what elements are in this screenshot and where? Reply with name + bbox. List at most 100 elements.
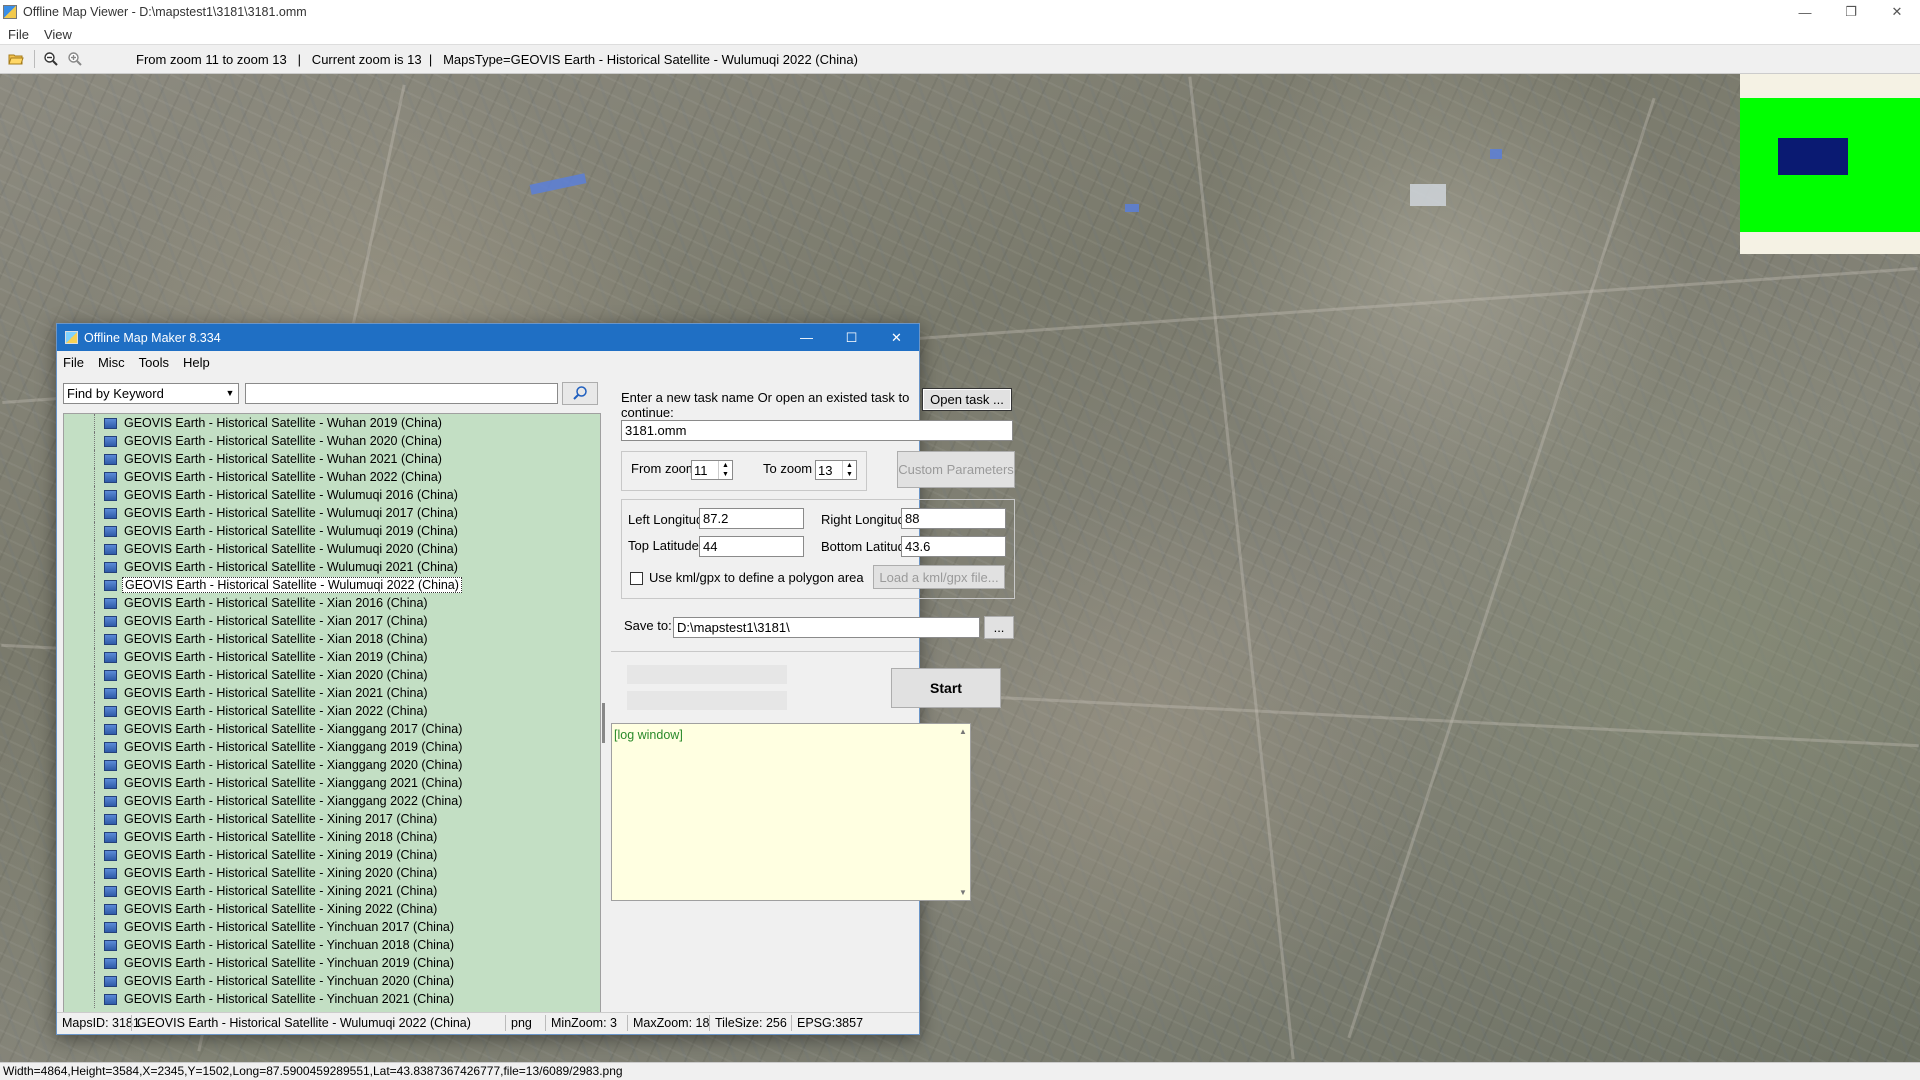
status-divider [791, 1015, 792, 1031]
list-item[interactable]: GEOVIS Earth - Historical Satellite - Xi… [64, 702, 600, 720]
browse-button[interactable]: ... [984, 616, 1014, 639]
left-longitude-field[interactable]: 87.2 [699, 508, 804, 529]
list-item[interactable]: GEOVIS Earth - Historical Satellite - Yi… [64, 990, 600, 1008]
list-item-label: GEOVIS Earth - Historical Satellite - Xi… [124, 686, 428, 700]
menu-view[interactable]: View [44, 27, 72, 42]
start-button[interactable]: Start [891, 668, 1001, 708]
right-longitude-field[interactable]: 88 [901, 508, 1006, 529]
list-item[interactable]: GEOVIS Earth - Historical Satellite - Xi… [64, 666, 600, 684]
task-name-field[interactable]: 3181.omm [621, 420, 1013, 441]
dialog-maximize-icon[interactable]: ☐ [829, 324, 874, 351]
restore-icon[interactable]: ❐ [1828, 0, 1874, 24]
list-item[interactable]: GEOVIS Earth - Historical Satellite - Wu… [64, 486, 600, 504]
spin-arrows-icon[interactable]: ▲ ▼ [842, 461, 856, 479]
scroll-up-icon[interactable]: ▲ [959, 727, 967, 736]
list-item[interactable]: GEOVIS Earth - Historical Satellite - Yi… [64, 954, 600, 972]
map-layer-icon [104, 615, 117, 627]
dialog-close-icon[interactable]: ✕ [874, 324, 919, 351]
dialog-menu-tools[interactable]: Tools [139, 355, 169, 370]
status-max-zoom: MaxZoom: 18 [633, 1016, 710, 1030]
bottom-latitude-label: Bottom Latitude [821, 539, 913, 554]
search-row: Find by Keyword ▼ [63, 381, 603, 405]
list-item[interactable]: GEOVIS Earth - Historical Satellite - Wu… [64, 558, 600, 576]
list-item[interactable]: GEOVIS Earth - Historical Satellite - Xi… [64, 648, 600, 666]
app-icon [3, 5, 17, 19]
list-item[interactable]: GEOVIS Earth - Historical Satellite - Wu… [64, 540, 600, 558]
list-item[interactable]: GEOVIS Earth - Historical Satellite - Xi… [64, 810, 600, 828]
list-item[interactable]: GEOVIS Earth - Historical Satellite - Wu… [64, 450, 600, 468]
map-road [1188, 76, 1295, 1060]
list-item[interactable]: GEOVIS Earth - Historical Satellite - Xi… [64, 594, 600, 612]
list-item[interactable]: GEOVIS Earth - Historical Satellite - Xi… [64, 828, 600, 846]
polygon-checkbox-label: Use kml/gpx to define a polygon area [649, 570, 864, 585]
minimap-viewport[interactable] [1778, 138, 1848, 175]
load-kml-button[interactable]: Load a kml/gpx file... [873, 565, 1005, 589]
list-scrollbar-thumb[interactable] [602, 703, 605, 743]
save-path-field[interactable]: D:\mapstest1\3181\ [673, 617, 980, 638]
map-building [1410, 184, 1446, 206]
list-item[interactable]: GEOVIS Earth - Historical Satellite - Xi… [64, 738, 600, 756]
window-controls: — ❐ ✕ [1782, 0, 1920, 24]
close-icon[interactable]: ✕ [1874, 0, 1920, 24]
list-item[interactable]: GEOVIS Earth - Historical Satellite - Wu… [64, 468, 600, 486]
list-item[interactable]: GEOVIS Earth - Historical Satellite - Xi… [64, 900, 600, 918]
map-layer-icon [104, 453, 117, 465]
dialog-menu-misc[interactable]: Misc [98, 355, 125, 370]
menu-file[interactable]: File [8, 27, 29, 42]
dialog-minimize-icon[interactable]: — [784, 324, 829, 351]
spin-arrows-icon[interactable]: ▲ ▼ [718, 461, 732, 479]
list-item[interactable]: GEOVIS Earth - Historical Satellite - Wu… [64, 504, 600, 522]
list-scrollbar[interactable] [601, 413, 609, 1015]
top-latitude-field[interactable]: 44 [699, 536, 804, 557]
search-input[interactable] [245, 382, 558, 404]
log-scrollbar[interactable]: ▲ ▼ [956, 724, 970, 900]
to-zoom-stepper[interactable]: 13 ▲ ▼ [815, 460, 857, 480]
scroll-down-icon[interactable]: ▼ [959, 888, 967, 897]
zoom-out-icon[interactable] [40, 48, 62, 70]
bottom-latitude-field[interactable]: 43.6 [901, 536, 1006, 557]
list-item[interactable]: GEOVIS Earth - Historical Satellite - Xi… [64, 720, 600, 738]
open-folder-icon[interactable] [5, 48, 27, 70]
polygon-checkbox[interactable] [630, 572, 643, 585]
map-layer-icon [104, 831, 117, 843]
zoom-info-text: From zoom 11 to zoom 13 | Current zoom i… [136, 51, 858, 67]
search-button[interactable] [562, 381, 598, 405]
list-item-label: GEOVIS Earth - Historical Satellite - Xi… [124, 866, 438, 880]
dialog-menu-file[interactable]: File [63, 355, 84, 370]
list-item[interactable]: GEOVIS Earth - Historical Satellite - Xi… [64, 774, 600, 792]
open-task-button[interactable]: Open task ... [922, 388, 1012, 411]
list-item[interactable]: GEOVIS Earth - Historical Satellite - Xi… [64, 846, 600, 864]
dialog-menu-help[interactable]: Help [183, 355, 210, 370]
from-zoom-stepper[interactable]: 11 ▲ ▼ [691, 460, 733, 480]
list-item[interactable]: GEOVIS Earth - Historical Satellite - Yi… [64, 972, 600, 990]
list-item-label: GEOVIS Earth - Historical Satellite - Wu… [124, 524, 458, 538]
list-item[interactable]: GEOVIS Earth - Historical Satellite - Xi… [64, 792, 600, 810]
minimize-icon[interactable]: — [1782, 0, 1828, 24]
search-mode-select[interactable]: Find by Keyword ▼ [63, 382, 239, 404]
overview-minimap[interactable] [1740, 74, 1920, 254]
list-item[interactable]: GEOVIS Earth - Historical Satellite - Xi… [64, 756, 600, 774]
list-item[interactable]: GEOVIS Earth - Historical Satellite - Wu… [64, 522, 600, 540]
zoom-in-icon[interactable] [64, 48, 86, 70]
list-item[interactable]: GEOVIS Earth - Historical Satellite - Wu… [64, 414, 600, 432]
list-item[interactable]: GEOVIS Earth - Historical Satellite - Yi… [64, 918, 600, 936]
list-item[interactable]: GEOVIS Earth - Historical Satellite - Wu… [64, 576, 600, 594]
progress-bar-total [627, 665, 787, 684]
log-text: [log window] [614, 728, 683, 742]
status-divider [505, 1015, 506, 1031]
list-item[interactable]: GEOVIS Earth - Historical Satellite - Xi… [64, 630, 600, 648]
map-layer-icon [104, 561, 117, 573]
list-item[interactable]: GEOVIS Earth - Historical Satellite - Xi… [64, 864, 600, 882]
custom-parameters-button[interactable]: Custom Parameters [897, 451, 1015, 488]
list-item[interactable]: GEOVIS Earth - Historical Satellite - Xi… [64, 612, 600, 630]
list-item-label: GEOVIS Earth - Historical Satellite - Xi… [124, 650, 428, 664]
list-item[interactable]: GEOVIS Earth - Historical Satellite - Xi… [64, 684, 600, 702]
list-item-label: GEOVIS Earth - Historical Satellite - Wu… [124, 542, 458, 556]
status-epsg: EPSG:3857 [797, 1016, 864, 1030]
list-item-label: GEOVIS Earth - Historical Satellite - Xi… [124, 830, 438, 844]
list-item[interactable]: GEOVIS Earth - Historical Satellite - Wu… [64, 432, 600, 450]
list-item[interactable]: GEOVIS Earth - Historical Satellite - Yi… [64, 936, 600, 954]
log-window[interactable]: [log window] ▲ ▼ [611, 723, 971, 901]
list-item[interactable]: GEOVIS Earth - Historical Satellite - Xi… [64, 882, 600, 900]
map-source-list[interactable]: GEOVIS Earth - Historical Satellite - Wu… [63, 413, 601, 1015]
